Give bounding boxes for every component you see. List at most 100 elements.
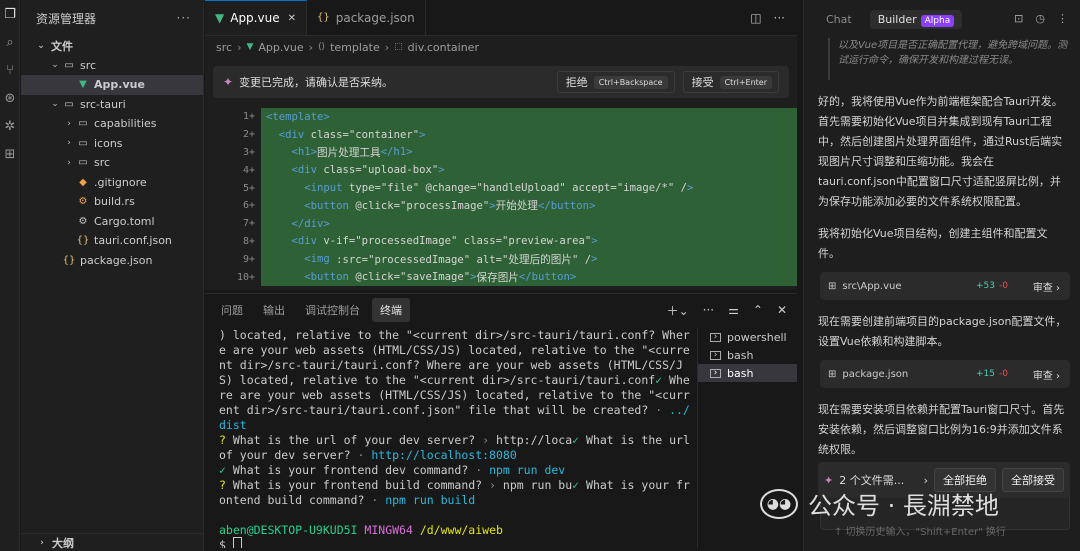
review-button[interactable]: 审查 › (1033, 367, 1060, 382)
terminal-bash[interactable]: › bash (698, 346, 797, 364)
terminal-bash-active[interactable]: › bash (698, 364, 797, 382)
add-terminal-icon[interactable]: ＋⌄ (667, 302, 689, 319)
files-section[interactable]: ⌄ 文件 (21, 36, 203, 56)
vue-icon: ▼ (79, 79, 87, 91)
sparkle-icon: ✦ (824, 473, 834, 487)
chevron-right-icon: › (40, 537, 44, 548)
file-change-card[interactable]: ⊞ src\App.vue +53 -0 审查 › (820, 272, 1070, 300)
accept-button[interactable]: 接受 Ctrl+Enter (682, 71, 779, 93)
element-icon: ⬚ (394, 42, 403, 52)
code-text: </div > (261, 214, 797, 233)
close-icon[interactable]: ✕ (777, 303, 787, 317)
outline-section[interactable]: › 大纲 (21, 533, 204, 551)
tab-debug-console[interactable]: 调试控制台 (297, 298, 368, 322)
file-tree: ⌄ ▭ src ▼ App.vue ⌄ ▭ src-tauri › ▭ capabilities › ▭… (21, 56, 203, 271)
chevron-right-icon: › (67, 157, 71, 168)
tab-terminal[interactable]: 终端 (372, 298, 410, 322)
code-text: <div class="upload-box" > (261, 161, 797, 180)
breadcrumb-item[interactable]: div.container (408, 41, 479, 54)
extensions-icon[interactable]: ⊞ (0, 140, 20, 168)
editor-area: ▼ App.vue ✕ {} package.json ◫ ··· src › … (205, 0, 797, 290)
terminal-powershell[interactable]: › powershell (698, 328, 797, 346)
lines-removed: -0 (999, 281, 1008, 291)
chevron-down-icon: ⌄ (51, 99, 59, 110)
code-text: <div v-if="processedImage" class="previe… (261, 232, 797, 251)
tree-item[interactable]: {} package.json (21, 251, 203, 271)
terminal-label: powershell (727, 330, 787, 344)
more-icon[interactable]: ⋮ (1057, 12, 1068, 25)
tree-item[interactable]: ⌄ ▭ src (21, 56, 203, 76)
file-change-card[interactable]: ⊞ package.json +15 -0 审查 › (820, 360, 1070, 388)
code-line: 3+ <h1 > 图片处理工具 </h1 > (205, 143, 797, 162)
tree-item[interactable]: › ▭ icons (21, 134, 203, 154)
more-icon[interactable]: ··· (774, 11, 785, 25)
tab-package-json[interactable]: {} package.json (306, 0, 426, 35)
line-number: 8+ (242, 235, 255, 247)
chat-input-hint[interactable]: ↑ 切换历史输入，"Shift+Enter" 换行 (834, 523, 1006, 538)
assistant-message: 好的，我将使用Vue作为前端框架配合Tauri开发。首先需要初始化Vue项目并集… (818, 95, 1063, 208)
more-icon[interactable]: ··· (703, 303, 714, 317)
search-icon[interactable]: ⌕ (0, 28, 20, 56)
watermark: ◕◕ 公众号 · 長淵禁地 (760, 486, 999, 521)
chat-header: Chat Builder Alpha ⊡ ◷ ⋮ (804, 0, 1080, 38)
tree-item[interactable]: {} tauri.conf.json (21, 231, 203, 251)
assistant-message: 现在需要安装项目依赖并配置Tauri窗口尺寸。首先安装依赖，然后调整窗口比例为1… (818, 403, 1065, 456)
builder-label: Builder (877, 12, 917, 26)
watermark-text: 公众号 · 長淵禁地 (808, 492, 999, 520)
gear-icon: ⚙ (78, 215, 88, 227)
chevron-right-icon[interactable]: › (924, 474, 928, 487)
accept-label: 接受 (691, 76, 714, 89)
tree-item[interactable]: › ▭ src (21, 153, 203, 173)
breadcrumb-item[interactable]: template (330, 41, 380, 54)
folder-icon: ▭ (78, 157, 88, 169)
tree-item[interactable]: ▼ App.vue (21, 75, 203, 95)
line-number: 2+ (242, 129, 255, 141)
remote-icon[interactable]: ⊛ (0, 84, 20, 112)
tab-builder[interactable]: Builder Alpha (869, 9, 963, 29)
vue-icon: ▼ (215, 11, 225, 25)
layout-icon[interactable]: ⚌ (728, 303, 739, 317)
split-editor-icon[interactable]: ◫ (750, 11, 761, 25)
panel-actions: ＋⌄ ··· ⚌ ⌃ ✕ (667, 294, 787, 326)
tab-label: App.vue (230, 11, 280, 25)
terminal-output[interactable]: ) located, relative to the "<current dir… (219, 328, 691, 548)
code-view[interactable]: 1+ <template >2+ <div class="container" >3+… (205, 108, 797, 290)
tab-problems[interactable]: 问题 (213, 298, 251, 322)
tree-item[interactable]: ⚙ Cargo.toml (21, 212, 203, 232)
json-icon: {} (62, 254, 76, 266)
line-number: 5+ (242, 182, 255, 194)
tree-item[interactable]: ⌄ ▭ src-tauri (21, 95, 203, 115)
line-number: 1+ (242, 111, 255, 123)
code-line: 7+ </div > (205, 214, 797, 233)
source-control-icon[interactable]: ⑂ (0, 56, 20, 84)
tree-item[interactable]: › ▭ capabilities (21, 114, 203, 134)
terminal-icon: › (710, 368, 721, 378)
tree-item[interactable]: ◆ .gitignore (21, 173, 203, 193)
tab-app-vue[interactable]: ▼ App.vue ✕ (205, 0, 307, 35)
review-label: 审查 (1032, 370, 1053, 382)
lines-added: +15 (976, 369, 996, 379)
accept-all-button[interactable]: 全部接受 (1002, 468, 1064, 492)
breadcrumb-item[interactable]: App.vue (258, 41, 303, 54)
more-icon[interactable]: ··· (177, 11, 191, 25)
reject-button[interactable]: 拒绝 Ctrl+Backspace (556, 71, 675, 93)
tab-chat[interactable]: Chat (818, 10, 860, 29)
tree-item-label: build.rs (94, 195, 135, 209)
explorer-sidebar: 资源管理器 ··· ⌄ 文件 ⌄ ▭ src ▼ App.vue ⌄ ▭ src-tauri ›… (21, 0, 204, 551)
maximize-icon[interactable]: ⌃ (753, 303, 763, 317)
tree-item-label: src (94, 156, 111, 170)
new-chat-icon[interactable]: ⊡ (1014, 12, 1023, 25)
review-button[interactable]: 审查 › (1033, 279, 1060, 294)
bottom-panel: 问题 输出 调试控制台 终端 ＋⌄ ··· ⚌ ⌃ ✕ ) located, r… (205, 293, 797, 551)
history-icon[interactable]: ◷ (1035, 12, 1045, 25)
breadcrumb-item[interactable]: src (216, 41, 232, 54)
code-line: 4+ <div class="upload-box" > (205, 161, 797, 180)
close-icon[interactable]: ✕ (288, 13, 296, 24)
tree-item-label: Cargo.toml (94, 214, 155, 228)
file-add-icon: ⊞ (828, 368, 837, 380)
tree-item[interactable]: ⚙ build.rs (21, 192, 203, 212)
debug-icon[interactable]: ✲ (0, 112, 20, 140)
prompt-user: aben@DESKTOP-U9KUD5I (219, 523, 358, 537)
files-icon[interactable]: ❐ (0, 0, 20, 28)
tab-output[interactable]: 输出 (255, 298, 293, 322)
